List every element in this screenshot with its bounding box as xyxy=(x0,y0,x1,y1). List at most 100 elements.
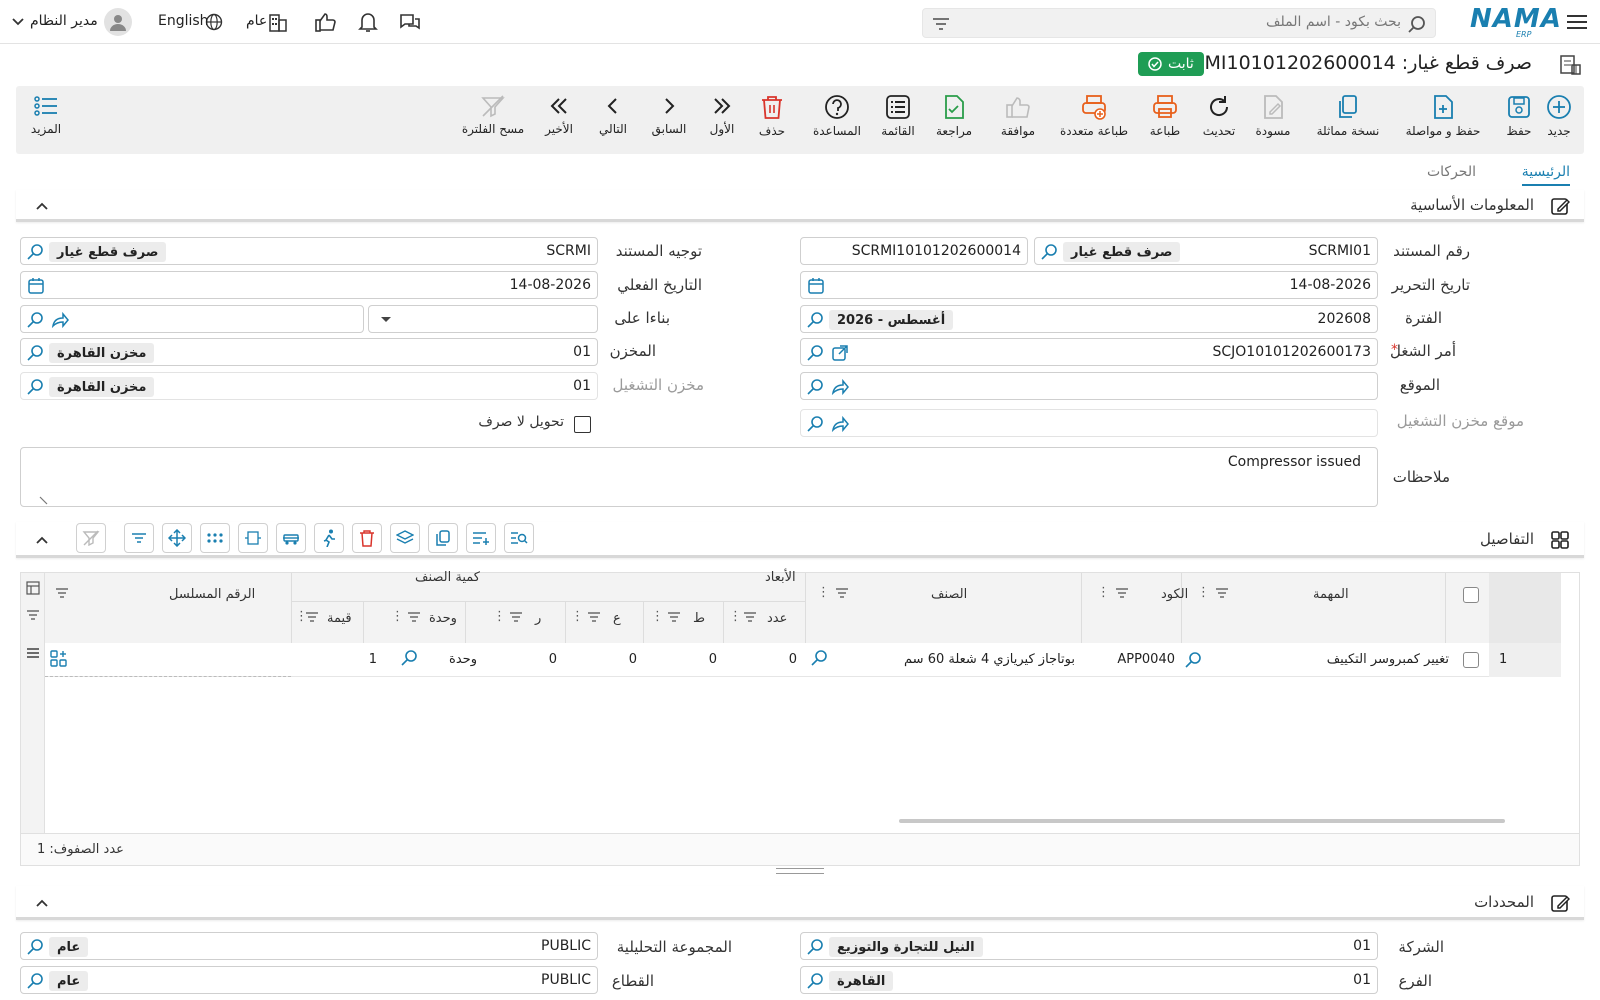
scope-label[interactable]: عام xyxy=(246,13,267,29)
tab-movements[interactable]: الحركات xyxy=(1427,164,1476,180)
filter-icon[interactable] xyxy=(26,609,40,621)
col-r-menu[interactable]: ⋮ xyxy=(493,609,506,624)
edit-date-field[interactable]: 14-08-2026 xyxy=(800,271,1378,299)
notes-textarea[interactable]: Compressor issued xyxy=(20,447,1378,507)
lookup-icon[interactable] xyxy=(811,649,829,667)
filter-icon[interactable] xyxy=(931,15,951,33)
col-item[interactable]: الصنف xyxy=(931,587,967,602)
delete-row-button[interactable] xyxy=(352,523,382,553)
external-link-icon[interactable] xyxy=(831,344,849,362)
lookup-icon[interactable] xyxy=(807,344,825,362)
print-button[interactable]: طباعة xyxy=(1140,94,1190,138)
lookup-icon[interactable] xyxy=(1041,243,1059,261)
lookup-icon[interactable] xyxy=(27,344,45,362)
splitter-handle[interactable] xyxy=(776,868,824,874)
save-button[interactable]: حفظ xyxy=(1494,94,1544,138)
actual-date-field[interactable]: 14-08-2026 xyxy=(20,271,598,299)
add-serial-icon[interactable] xyxy=(49,649,69,669)
refresh-button[interactable]: تحديث xyxy=(1194,94,1244,138)
vehicle-button[interactable] xyxy=(276,523,306,553)
share-icon[interactable] xyxy=(831,415,849,433)
share-icon[interactable] xyxy=(831,378,849,396)
op-store-location-field[interactable] xyxy=(800,409,1378,437)
save-continue-button[interactable]: حفظ و مواصلة xyxy=(1398,94,1488,138)
duplicate-button[interactable]: نسخة مماثلة xyxy=(1308,94,1388,138)
help-button[interactable]: المساعدة xyxy=(802,94,872,138)
list-button[interactable]: القائمة xyxy=(868,94,928,138)
delete-button[interactable]: حذف xyxy=(752,94,792,138)
lookup-icon[interactable] xyxy=(27,243,45,261)
col-code-menu[interactable]: ⋮ xyxy=(1097,585,1110,600)
tab-main[interactable]: الرئيسية xyxy=(1521,164,1570,186)
multi-print-button[interactable]: طباعة متعددة xyxy=(1054,94,1134,138)
period-field[interactable]: 202608 2026 - أغسطس xyxy=(800,305,1378,333)
calendar-icon[interactable] xyxy=(27,277,45,295)
sector-field[interactable]: PUBLIC عام xyxy=(20,966,598,994)
resize-handle-icon[interactable] xyxy=(39,496,49,506)
cell-a[interactable]: 0 xyxy=(629,652,637,667)
last-button[interactable]: الأخير xyxy=(534,94,584,136)
language-switch[interactable]: English xyxy=(158,13,209,29)
analysis-field[interactable]: PUBLIC عام xyxy=(20,932,598,960)
cell-code[interactable]: APP0040 xyxy=(1117,652,1175,667)
basic-info-header[interactable]: المعلومات الأساسية xyxy=(16,190,1584,222)
horizontal-scrollbar[interactable] xyxy=(899,819,1505,823)
more-button[interactable]: المزيد xyxy=(24,94,68,136)
lookup-icon[interactable] xyxy=(807,938,825,956)
col-code-filter[interactable] xyxy=(1115,587,1129,599)
based-on-field[interactable] xyxy=(20,305,364,333)
col-a-menu[interactable]: ⋮ xyxy=(571,609,584,624)
transfer-checkbox[interactable] xyxy=(574,416,591,433)
col-r[interactable]: ر xyxy=(535,611,541,626)
clear-filter-button[interactable]: مسح الفلترة xyxy=(458,94,528,136)
cell-item[interactable]: بوتاجاز كيريازي 4 شعلة 60 سم xyxy=(904,652,1075,667)
select-all-checkbox[interactable] xyxy=(1463,587,1479,603)
work-order-field[interactable]: SCJO10101202600173 xyxy=(800,338,1378,366)
col-item-filter[interactable] xyxy=(835,587,849,599)
chat-icon[interactable] xyxy=(398,10,422,34)
lookup-icon[interactable] xyxy=(27,938,45,956)
clear-filter-grid-button[interactable] xyxy=(76,523,106,553)
lookup-icon[interactable] xyxy=(401,649,419,667)
lookup-icon[interactable] xyxy=(807,311,825,329)
col-task-filter[interactable] xyxy=(1215,587,1229,599)
review-button[interactable]: مراجعة xyxy=(924,94,984,138)
col-unit-filter[interactable] xyxy=(407,611,421,623)
move-button[interactable] xyxy=(162,523,192,553)
branch-field[interactable]: 01 القاهرة xyxy=(800,966,1378,994)
lookup-icon[interactable] xyxy=(807,972,825,990)
col-t-filter[interactable] xyxy=(667,611,681,623)
col-count[interactable]: عدد xyxy=(767,611,787,626)
col-a-filter[interactable] xyxy=(587,611,601,623)
company-field[interactable]: 01 النيل للتجارة والتوزيع xyxy=(800,932,1378,960)
doc-direction-field[interactable]: SCRMI صرف قطع غيار xyxy=(20,237,598,265)
building-icon[interactable] xyxy=(266,10,290,34)
calendar-icon[interactable] xyxy=(807,277,825,295)
cell-serial[interactable] xyxy=(45,643,291,677)
copy-row-button[interactable] xyxy=(428,523,458,553)
cell-r[interactable]: 0 xyxy=(549,652,557,667)
avatar[interactable] xyxy=(104,8,132,36)
col-count-menu[interactable]: ⋮ xyxy=(729,609,742,624)
chevron-down-icon[interactable] xyxy=(10,14,26,30)
col-serial[interactable]: الرقم المسلسل xyxy=(169,587,255,602)
col-r-filter[interactable] xyxy=(509,611,523,623)
col-value[interactable]: قيمة xyxy=(327,611,352,626)
col-unit-menu[interactable]: ⋮ xyxy=(391,609,404,624)
col-t-menu[interactable]: ⋮ xyxy=(651,609,664,624)
approve-button[interactable]: موافقة xyxy=(988,94,1048,138)
thumbs-up-icon[interactable] xyxy=(314,10,338,34)
run-button[interactable] xyxy=(314,523,344,553)
cell-unit[interactable]: وحدة xyxy=(449,652,477,667)
row-menu-icon[interactable] xyxy=(26,647,40,659)
dimensions-header[interactable]: المحددات xyxy=(16,886,1584,920)
search-input[interactable]: بحث بكود - اسم الملف xyxy=(922,8,1436,38)
based-on-select[interactable] xyxy=(368,305,598,333)
location-field[interactable] xyxy=(800,372,1378,400)
chevron-up-icon[interactable] xyxy=(34,198,50,214)
chevron-up-icon[interactable] xyxy=(34,532,50,548)
columns-icon[interactable] xyxy=(26,581,40,595)
lookup-icon[interactable] xyxy=(27,311,45,329)
col-code[interactable]: الكود xyxy=(1161,587,1188,602)
layers-button[interactable] xyxy=(390,523,420,553)
